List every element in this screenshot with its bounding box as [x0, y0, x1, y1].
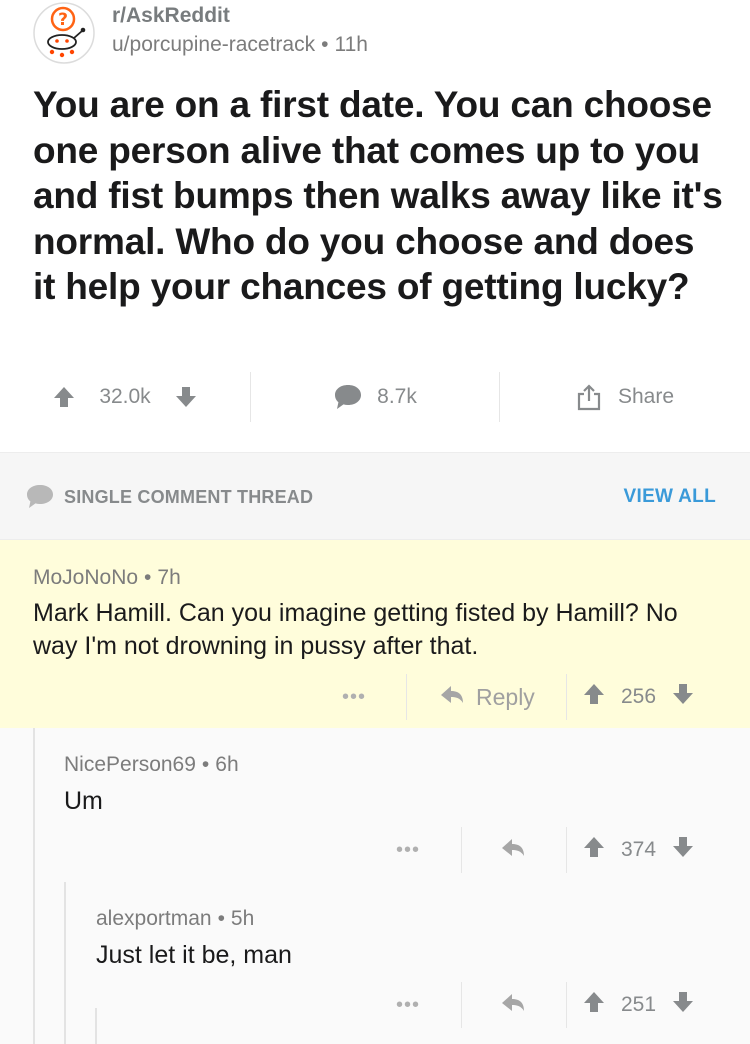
post-action-bar: 32.0k 8.7k Share — [0, 368, 750, 426]
separator-dot: • — [201, 753, 210, 776]
reply-arrow-icon — [500, 992, 538, 1019]
post-vote-group: 32.0k — [0, 368, 250, 426]
reply-arrow-icon — [500, 837, 538, 864]
divider — [461, 982, 462, 1028]
reply-label: Reply — [476, 683, 535, 710]
comment-vote-group: 256 — [583, 674, 694, 720]
post-share-button[interactable]: Share — [500, 368, 750, 426]
separator-dot: • — [144, 566, 152, 589]
comment-action-bar: ••• Reply 256 — [0, 674, 750, 720]
svg-text:?: ? — [58, 10, 68, 30]
arrow-up-icon[interactable] — [583, 991, 605, 1019]
single-comment-thread-banner: SINGLE COMMENT THREAD VIEW ALL — [0, 452, 750, 540]
comment-score: 256 — [621, 685, 657, 708]
post-comments-button[interactable]: 8.7k — [250, 368, 500, 426]
divider — [406, 674, 407, 720]
reply-button[interactable] — [500, 827, 538, 873]
arrow-down-icon[interactable] — [175, 386, 197, 408]
separator-dot: • — [217, 907, 225, 930]
share-label: Share — [617, 385, 675, 408]
comment-score: 374 — [621, 838, 657, 861]
post-title: You are on a first date. You can choose … — [33, 84, 723, 307]
arrow-down-icon[interactable] — [672, 991, 694, 1019]
comment-reply: NicePerson69 • 6h Um ••• 374 — [0, 728, 750, 882]
arrow-up-icon[interactable] — [583, 836, 605, 864]
arrow-up-icon[interactable] — [583, 683, 605, 711]
askreddit-snoo-icon[interactable]: ? — [32, 2, 96, 64]
subreddit-name[interactable]: r/AskReddit — [112, 4, 230, 28]
comment-score: 251 — [621, 993, 657, 1016]
reply-button[interactable]: Reply — [440, 674, 535, 720]
comment-author[interactable]: alexportman — [96, 907, 212, 930]
comment-body: Mark Hamill. Can you imagine getting fis… — [33, 599, 678, 660]
arrow-up-icon[interactable] — [53, 386, 75, 408]
comment-meta: alexportman • 5h — [96, 907, 254, 931]
comment-author[interactable]: NicePerson69 — [64, 753, 196, 776]
speech-bubble-icon — [25, 484, 55, 515]
post-author[interactable]: u/porcupine-racetrack — [112, 33, 315, 56]
comment-highlighted: MoJoNoNo • 7h Mark Hamill. Can you imagine… — [0, 540, 750, 728]
post-age: 11h — [334, 33, 368, 56]
comment-author[interactable]: MoJoNoNo — [33, 566, 138, 589]
comment-age: 5h — [230, 907, 255, 930]
separator-dot: • — [321, 33, 329, 56]
comment-vote-group: 251 — [583, 982, 694, 1028]
more-options-button[interactable]: ••• — [384, 827, 432, 873]
thread-label: SINGLE COMMENT THREAD — [64, 487, 314, 507]
divider — [566, 827, 567, 873]
divider — [566, 674, 567, 720]
comment-age: 7h — [157, 566, 181, 589]
arrow-down-icon[interactable] — [672, 683, 694, 711]
comment-action-bar: ••• 251 — [0, 982, 750, 1028]
post-meta: u/porcupine-racetrack • 11h — [112, 33, 368, 57]
comment-vote-group: 374 — [583, 827, 694, 873]
comment-meta: MoJoNoNo • 7h — [33, 566, 181, 590]
comment-reply-nested: alexportman • 5h Just let it be, man ••• 2… — [0, 882, 750, 1044]
reply-button[interactable] — [500, 982, 538, 1028]
comment-action-bar: ••• 374 — [0, 827, 750, 873]
divider — [461, 827, 462, 873]
arrow-down-icon[interactable] — [672, 836, 694, 864]
comment-meta: NicePerson69 • 6h — [64, 753, 239, 777]
share-upload-icon — [576, 383, 602, 411]
speech-bubble-icon — [333, 383, 363, 411]
more-options-button[interactable]: ••• — [330, 674, 378, 720]
more-options-button[interactable]: ••• — [384, 982, 432, 1028]
view-all-link[interactable]: VIEW ALL — [624, 486, 716, 508]
comment-body: Just let it be, man — [96, 941, 292, 969]
reply-arrow-icon — [440, 684, 476, 711]
post-header: ? r/AskReddit u/porcupine-racetrack • 11h — [0, 0, 750, 80]
comment-age: 6h — [215, 753, 239, 776]
comment-body: Um — [64, 787, 103, 815]
post-score: 32.0k — [99, 385, 151, 408]
post-comment-count: 8.7k — [377, 385, 417, 408]
divider — [566, 982, 567, 1028]
